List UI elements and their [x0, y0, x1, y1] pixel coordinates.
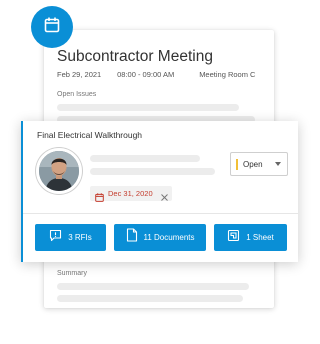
rfis-button[interactable]: 3 RFIs: [35, 224, 106, 251]
meeting-location: Meeting Room C: [199, 70, 256, 79]
meeting-date: Feb 29, 2021: [57, 70, 102, 79]
task-title: Final Electrical Walkthrough: [37, 130, 143, 140]
sheet-icon: [227, 229, 240, 247]
calendar-icon: [95, 189, 104, 207]
status-select[interactable]: Open: [230, 152, 288, 176]
due-date-chip[interactable]: Dec 31, 2020: [90, 186, 172, 202]
documents-label: 11 Documents: [143, 233, 195, 242]
document-icon: [126, 228, 138, 247]
avatar: [36, 148, 82, 194]
rfis-label: 3 RFIs: [68, 233, 92, 242]
divider: [23, 213, 298, 214]
skeleton-line: [57, 295, 243, 302]
open-issues-label: Open Issues: [57, 91, 97, 98]
skeleton-line: [90, 155, 200, 162]
status-label: Open: [243, 160, 263, 169]
skeleton-line: [90, 168, 215, 175]
skeleton-line: [57, 283, 249, 290]
summary-label: Summary: [57, 270, 87, 277]
skeleton-line: [57, 104, 239, 111]
speech-bubble-icon: [49, 229, 62, 247]
close-icon[interactable]: [160, 189, 169, 207]
meeting-time: 08:00 - 09:00 AM: [117, 70, 175, 79]
status-indicator: [236, 159, 238, 170]
chevron-down-icon: [275, 162, 281, 166]
sheet-label: 1 Sheet: [246, 233, 274, 242]
task-card[interactable]: Final Electrical Walkthrough Open Dec 31…: [21, 121, 298, 262]
calendar-badge: [31, 6, 73, 48]
due-date-label: Dec 31, 2020: [108, 189, 153, 198]
sheet-button[interactable]: 1 Sheet: [214, 224, 287, 251]
meeting-meta: Feb 29, 2021 08:00 - 09:00 AM Meeting Ro…: [57, 70, 255, 79]
meeting-title: Subcontractor Meeting: [57, 48, 213, 65]
documents-button[interactable]: 11 Documents: [114, 224, 206, 251]
calendar-icon: [43, 16, 61, 39]
